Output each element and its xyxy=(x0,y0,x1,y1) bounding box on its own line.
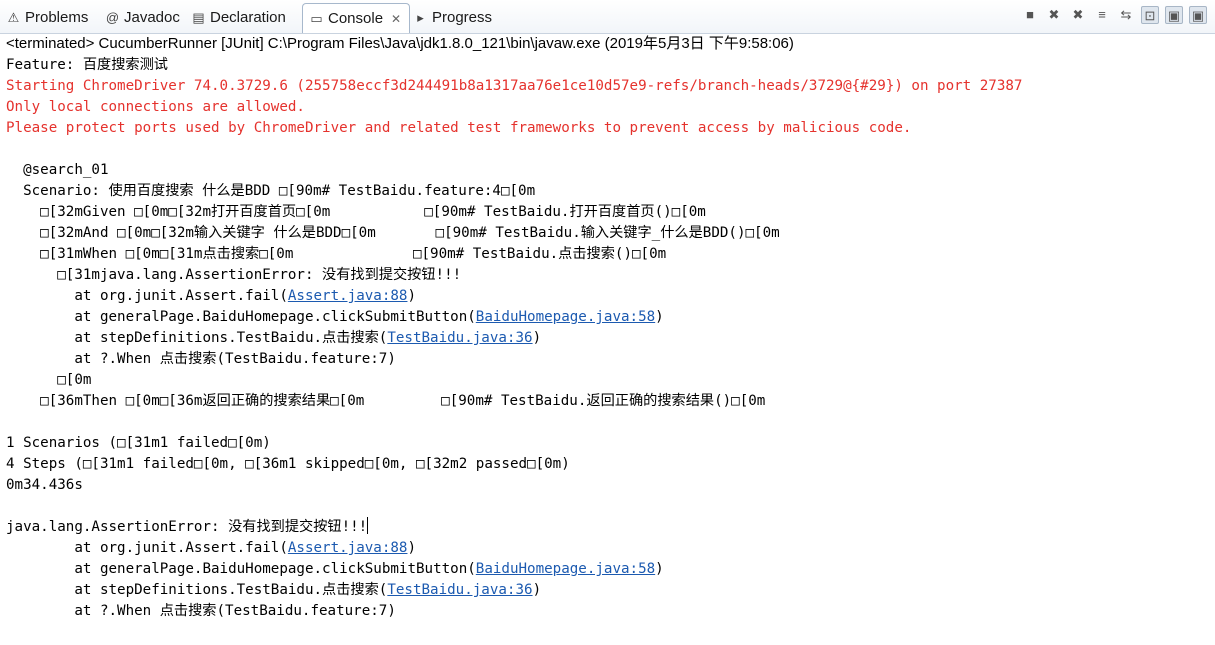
console-line: Starting ChromeDriver 74.0.3729.6 (25575… xyxy=(6,76,1022,97)
console-line: □[36mThen □[0m□[36m返回正确的搜索结果□[0m □[90m# … xyxy=(6,391,1022,412)
console-line: Only local connections are allowed. xyxy=(6,97,1022,118)
tab-label: Declaration xyxy=(210,8,286,26)
pin-console-icon[interactable]: ⊡ xyxy=(1141,6,1159,24)
console-line: □[31mjava.lang.AssertionError: 没有找到提交按钮!… xyxy=(6,265,1022,286)
console-text: at org.junit.Assert.fail( xyxy=(6,540,288,556)
console-line: □[32mAnd □[0m□[32m输入关键字 什么是BDD□[0m □[90m… xyxy=(6,223,1022,244)
stacktrace-link[interactable]: Assert.java:88 xyxy=(288,288,408,304)
tab-progress[interactable]: ▸ Progress xyxy=(413,3,492,31)
console-text: 1 Scenarios (□[31m1 failed□[0m) xyxy=(6,435,271,451)
tab-label: Javadoc xyxy=(124,8,180,26)
console-line: Feature: 百度搜索测试 xyxy=(6,55,1022,76)
console-text: at stepDefinitions.TestBaidu.点击搜索( xyxy=(6,330,388,346)
remove-launch-icon[interactable]: ✖ xyxy=(1045,6,1063,24)
console-text: ) xyxy=(655,561,664,577)
console-text: □[36mThen □[0m□[36m返回正确的搜索结果□[0m □[90m# … xyxy=(6,393,766,409)
console-text: ) xyxy=(407,288,417,304)
console-output[interactable]: Feature: 百度搜索测试 Starting ChromeDriver 74.… xyxy=(6,55,1022,622)
console-text: ) xyxy=(407,540,417,556)
console-text: at generalPage.BaiduHomepage.clickSubmit… xyxy=(6,309,476,325)
console-line: at generalPage.BaiduHomepage.clickSubmit… xyxy=(6,559,1022,580)
tab-problems[interactable]: ⚠ Problems xyxy=(6,3,89,31)
console-text: Scenario: 使用百度搜索 什么是BDD □[90m# TestBaidu… xyxy=(6,183,536,199)
stacktrace-link[interactable]: BaiduHomepage.java:58 xyxy=(476,561,655,577)
remove-all-terminated-icon[interactable]: ✖ xyxy=(1069,6,1087,24)
console-text: □[0m xyxy=(6,372,92,388)
console-line: at ?.When 点击搜索(TestBaidu.feature:7) xyxy=(6,601,1022,622)
console-line: 0m34.436s xyxy=(6,475,1022,496)
console-text: Feature: 百度搜索测试 xyxy=(6,57,168,73)
console-text: at ?.When 点击搜索(TestBaidu.feature:7) xyxy=(6,351,396,367)
progress-icon: ▸ xyxy=(417,9,424,25)
console-text: □[32mGiven □[0m□[32m打开百度首页□[0m □[90m# Te… xyxy=(6,204,706,220)
console-line: □[31mWhen □[0m□[31m点击搜索□[0m □[90m# TestB… xyxy=(6,244,1022,265)
tab-javadoc[interactable]: @ Javadoc xyxy=(105,3,180,31)
console-line: 4 Steps (□[31m1 failed□[0m, □[36m1 skipp… xyxy=(6,454,1022,475)
console-line: at org.junit.Assert.fail(Assert.java:88) xyxy=(6,286,1022,307)
stacktrace-link[interactable]: TestBaidu.java:36 xyxy=(387,582,532,598)
console-line: @search_01 xyxy=(6,160,1022,181)
console-line: at stepDefinitions.TestBaidu.点击搜索(TestBa… xyxy=(6,580,1022,601)
tab-declaration[interactable]: ▤ Declaration xyxy=(191,3,286,31)
console-toolbar: ■ ✖ ✖ ≡ ⇆ ⊡ ▣ ▣ xyxy=(1021,6,1207,24)
console-line: Scenario: 使用百度搜索 什么是BDD □[90m# TestBaidu… xyxy=(6,181,1022,202)
close-tab-icon[interactable]: ✕ xyxy=(391,12,401,26)
console-line: Please protect ports used by ChromeDrive… xyxy=(6,118,1022,139)
console-text: at ?.When 点击搜索(TestBaidu.feature:7) xyxy=(6,603,396,619)
error-text: Starting ChromeDriver 74.0.3729.6 (25575… xyxy=(6,78,1023,94)
console-text: □[31mWhen □[0m□[31m点击搜索□[0m □[90m# TestB… xyxy=(6,246,667,262)
console-text: at generalPage.BaiduHomepage.clickSubmit… xyxy=(6,561,476,577)
console-text: at org.junit.Assert.fail( xyxy=(6,288,288,304)
console-text: ) xyxy=(532,330,542,346)
console-text: □[31mjava.lang.AssertionError: 没有找到提交按钮!… xyxy=(6,267,462,283)
console-line: □[0m xyxy=(6,370,1022,391)
console-text: 0m34.436s xyxy=(6,477,83,493)
console-process-label: <terminated> CucumberRunner [JUnit] C:\P… xyxy=(6,35,794,52)
word-wrap-icon[interactable]: ⇆ xyxy=(1117,6,1135,24)
display-selected-console-icon[interactable]: ▣ xyxy=(1165,6,1183,24)
console-text: at stepDefinitions.TestBaidu.点击搜索( xyxy=(6,582,388,598)
stacktrace-link[interactable]: Assert.java:88 xyxy=(288,540,408,556)
console-text: ) xyxy=(532,582,542,598)
error-text: Only local connections are allowed. xyxy=(6,99,305,115)
console-text: @search_01 xyxy=(6,162,109,178)
console-line: at ?.When 点击搜索(TestBaidu.feature:7) xyxy=(6,349,1022,370)
console-line: at org.junit.Assert.fail(Assert.java:88) xyxy=(6,538,1022,559)
stacktrace-link[interactable]: BaiduHomepage.java:58 xyxy=(476,309,655,325)
tab-label: Console xyxy=(328,10,384,27)
declaration-icon: ▤ xyxy=(192,9,205,25)
console-text: java.lang.AssertionError: 没有找到提交按钮!!! xyxy=(6,519,368,535)
open-console-icon[interactable]: ▣ xyxy=(1189,6,1207,24)
console-line: at stepDefinitions.TestBaidu.点击搜索(TestBa… xyxy=(6,328,1022,349)
javadoc-icon: @ xyxy=(105,9,120,25)
console-text: □[32mAnd □[0m□[32m输入关键字 什么是BDD□[0m □[90m… xyxy=(6,225,780,241)
console-text: ) xyxy=(655,309,664,325)
stacktrace-link[interactable]: TestBaidu.java:36 xyxy=(387,330,532,346)
console-line: □[32mGiven □[0m□[32m打开百度首页□[0m □[90m# Te… xyxy=(6,202,1022,223)
scroll-lock-icon[interactable]: ≡ xyxy=(1093,6,1111,24)
console-line: at generalPage.BaiduHomepage.clickSubmit… xyxy=(6,307,1022,328)
tab-label: Problems xyxy=(25,8,89,26)
console-line: java.lang.AssertionError: 没有找到提交按钮!!! xyxy=(6,517,1022,538)
console-text: 4 Steps (□[31m1 failed□[0m, □[36m1 skipp… xyxy=(6,456,570,472)
terminate-icon[interactable]: ■ xyxy=(1021,6,1039,24)
console-icon: ▭ xyxy=(310,11,323,26)
view-tab-bar: ⚠ Problems @ Javadoc ▤ Declaration ▭ Con… xyxy=(0,0,1215,34)
text-caret xyxy=(367,517,369,534)
error-text: Please protect ports used by ChromeDrive… xyxy=(6,120,912,136)
console-line: 1 Scenarios (□[31m1 failed□[0m) xyxy=(6,433,1022,454)
tab-label: Progress xyxy=(432,8,493,26)
tab-console[interactable]: ▭ Console ✕ xyxy=(302,3,411,33)
problems-icon: ⚠ xyxy=(7,9,20,25)
